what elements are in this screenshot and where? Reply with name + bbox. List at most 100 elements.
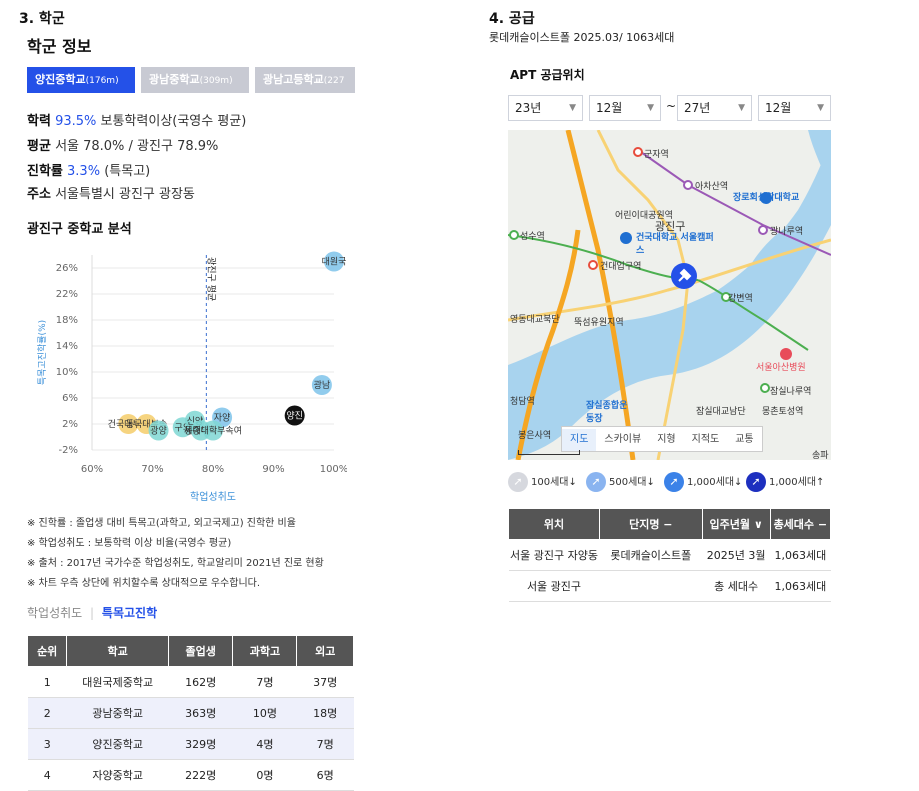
cell: 18명 <box>296 697 354 729</box>
point-label: 양진 <box>286 411 303 422</box>
map-label: 서울아산병원 <box>756 363 806 373</box>
chart-toggle: 학업성취도 | 특목고진학 <box>27 604 157 621</box>
table-row: 1 대원국제중학교 162명 7명 37명 <box>27 666 354 698</box>
map-label: 건국대학교 서울캠퍼스 <box>636 233 714 256</box>
point-label: 광남 <box>314 379 331 391</box>
section-title-supply: 4. 공급 <box>489 11 535 27</box>
station-dot <box>588 260 598 270</box>
range-tilde: ~ <box>666 99 677 113</box>
map-label: 송파 <box>812 451 829 460</box>
tab-gwangnam-middle[interactable]: 광남중학교(309m) <box>141 67 249 93</box>
stat-academic: 학력 93.5% 보통학력이상(국영수 평균) <box>27 110 246 129</box>
start-month-select[interactable]: 12월 ▼ <box>589 95 661 121</box>
tab-yangjin[interactable]: 양진중학교(176m) <box>27 67 135 93</box>
stat-desc: 보통학력이상(국영수 평균) <box>100 114 247 129</box>
supply-map[interactable]: 군자역 아차산역 어린이대공원역 광진구 장로회신학대학교 성수역 건국대학교 … <box>508 130 831 460</box>
chevron-down-icon: ▼ <box>817 103 824 113</box>
map-btn-map[interactable]: 지도 <box>562 429 597 451</box>
cell <box>599 570 703 602</box>
end-month-select[interactable]: 12월 ▼ <box>758 95 831 121</box>
tab-distance: (309m) <box>199 76 233 86</box>
tab-gwangnam-high[interactable]: 광남고등학교(227 <box>255 67 355 93</box>
map-btn-skyview[interactable]: 스카이뷰 <box>596 429 649 451</box>
col-school: 학교 <box>66 635 169 667</box>
tab-label: 광남중학교 <box>149 73 200 86</box>
cell: 4 <box>27 759 67 791</box>
stat-advance: 진학률 3.3% (특목고) <box>27 160 150 179</box>
table-row: 3 양진중학교 329명 4명 7명 <box>27 728 354 760</box>
map-btn-traffic[interactable]: 교통 <box>727 429 761 451</box>
map-btn-terrain[interactable]: 지형 <box>649 429 683 451</box>
notes: ※ 진학률 : 졸업생 대비 특목고(과학고, 외고국제고) 진학한 비율 ※ … <box>27 514 324 594</box>
map-label: 성수역 <box>520 232 545 242</box>
y-tick-label: 14% <box>56 341 78 352</box>
station-dot <box>758 225 768 235</box>
cell: 1 <box>27 666 67 698</box>
cell: 자양중학교 <box>66 759 169 791</box>
select-value: 12월 <box>596 101 623 115</box>
toggle-achievement[interactable]: 학업성취도 <box>27 606 82 620</box>
col-movein-sort[interactable]: 입주년월 ∨ <box>701 508 771 540</box>
stat-value: 서울 78.0% / 광진구 78.9% <box>55 139 219 154</box>
stat-value: 서울특별시 광진구 광장동 <box>55 187 195 202</box>
select-value: 27년 <box>684 101 711 115</box>
analysis-title: 광진구 중학교 분석 <box>27 222 132 237</box>
end-year-select[interactable]: 27년 ▼ <box>677 95 752 121</box>
col-graduates: 졸업생 <box>167 635 234 667</box>
table-row: 2 광남중학교 363명 10명 18명 <box>27 697 354 729</box>
col-complex-sort[interactable]: 단지명 − <box>598 508 703 540</box>
tab-label: 양진중학교 <box>35 73 86 86</box>
cell: 롯데캐슬이스트폴 <box>599 539 703 571</box>
toggle-special-high[interactable]: 특목고진학 <box>102 606 157 620</box>
y-tick-label: 10% <box>56 367 78 378</box>
stat-value: 3.3% <box>67 164 101 179</box>
apartment-pin[interactable] <box>671 263 697 289</box>
cell: 3 <box>27 728 67 760</box>
school-ranking-table: 순위 학교 졸업생 과학고 외고 1 대원국제중학교 162명 7명 37명 2… <box>26 635 354 791</box>
pin-icon: ➚ <box>586 472 606 492</box>
cell: 2 <box>27 697 67 729</box>
note-line: ※ 학업성취도 : 보통학력 이상 비율(국영수 평균) <box>27 538 232 549</box>
legend-100: ➚ 100세대↓ <box>508 472 577 492</box>
legend-1000-under: ➚ 1,000세대↓ <box>664 472 742 492</box>
map-label: 군자역 <box>644 150 669 160</box>
map-label: 잠실대교남단 <box>696 407 746 417</box>
map-label: 뚝섬유원지역 <box>574 318 624 328</box>
table-header-row: 위치 단지명 − 입주년월 ∨ 총세대수 − <box>508 508 832 540</box>
stat-label: 주소 <box>27 187 51 202</box>
legend-500: ➚ 500세대↓ <box>586 472 655 492</box>
cell: 162명 <box>168 666 233 698</box>
toggle-divider: | <box>90 606 95 620</box>
legend-label: 1,000세대↓ <box>687 477 743 488</box>
col-units-sort[interactable]: 총세대수 − <box>769 508 832 540</box>
cell: 양진중학교 <box>66 728 169 760</box>
cell: 대원국제중학교 <box>66 666 169 698</box>
cell: 7명 <box>232 666 297 698</box>
stat-desc: (특목고) <box>104 164 151 179</box>
cell: 222명 <box>168 759 233 791</box>
note-line: ※ 출처 : 2017년 국가수준 학업성취도, 학교알리미 2021년 진로 … <box>27 558 324 569</box>
start-year-select[interactable]: 23년 ▼ <box>508 95 583 121</box>
map-label: 광나루역 <box>770 227 804 237</box>
station-dot <box>760 383 770 393</box>
cell: 1,063세대 <box>770 539 831 571</box>
station-dot <box>683 180 693 190</box>
col-foreign: 외고 <box>296 635 354 667</box>
map-label: 몽촌토성역 <box>762 407 804 417</box>
station-dot <box>509 230 519 240</box>
y-tick-label: 22% <box>56 289 78 300</box>
stat-address: 주소 서울특별시 광진구 광장동 <box>27 183 195 202</box>
cell: 6명 <box>296 759 354 791</box>
supply-table: 위치 단지명 − 입주년월 ∨ 총세대수 − 서울 광진구 자양동 롯데캐슬이스… <box>508 508 832 602</box>
cell: 광남중학교 <box>66 697 169 729</box>
point-label: 대원국 <box>322 257 347 268</box>
map-label: 봉은사역 <box>518 431 552 441</box>
map-btn-cadastral[interactable]: 지적도 <box>684 429 728 451</box>
station-dot <box>633 147 643 157</box>
table-row: 서울 광진구 총 세대수 1,063세대 <box>508 570 831 602</box>
cell: 1,063세대 <box>770 570 831 602</box>
map-label: 아차산역 <box>695 182 729 192</box>
map-type-bar: 지도 스카이뷰 지형 지적도 교통 <box>561 426 763 452</box>
select-value: 23년 <box>515 101 542 115</box>
legend-label: 1,000세대↑ <box>769 477 825 488</box>
